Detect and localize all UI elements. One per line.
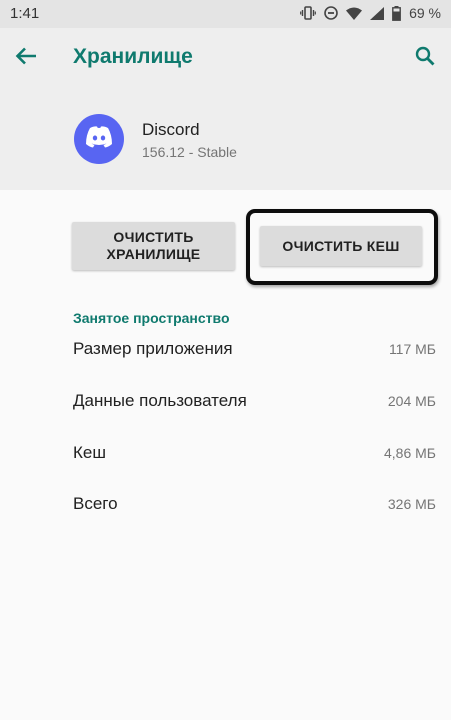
clear-storage-label-line2: ХРАНИЛИЩЕ (106, 246, 201, 262)
clear-cache-label: ОЧИСТИТЬ КЕШ (282, 237, 400, 254)
app-icon (74, 114, 124, 164)
row-value: 117 МБ (388, 341, 436, 357)
back-button[interactable] (12, 44, 40, 72)
row-label: Всего (73, 494, 118, 513)
status-bar: 1:41 69 % (0, 0, 451, 28)
storage-row-app-size: Размер приложения 117 МБ (73, 337, 436, 361)
storage-row-cache: Кеш 4,86 МБ (73, 441, 436, 465)
signal-icon (370, 6, 385, 20)
storage-row-total: Всего 326 МБ (73, 492, 436, 516)
row-value: 4,86 МБ (384, 445, 436, 461)
row-value: 204 МБ (387, 393, 436, 409)
status-icons: 69 % (300, 5, 441, 21)
clear-storage-button[interactable]: ОЧИСТИТЬ ХРАНИЛИЩЕ (72, 222, 235, 270)
do-not-disturb-icon (324, 6, 338, 20)
section-title: Занятое пространство (73, 310, 230, 326)
app-name: Discord (142, 120, 200, 139)
vibrate-icon (300, 6, 316, 20)
app-version: 156.12 - Stable (142, 144, 237, 160)
row-label: Размер приложения (73, 339, 233, 358)
battery-percent: 69 % (409, 5, 441, 21)
status-time: 1:41 (10, 5, 40, 22)
app-header: Хранилище Discord 156.12 - Stable (0, 28, 451, 190)
discord-logo-icon (84, 125, 114, 154)
row-label: Кеш (73, 443, 106, 462)
search-button[interactable] (411, 44, 439, 72)
wifi-icon (346, 7, 363, 20)
storage-row-user-data: Данные пользователя 204 МБ (73, 389, 436, 413)
battery-icon (392, 5, 401, 21)
search-icon (415, 46, 435, 71)
row-label: Данные пользователя (73, 391, 247, 410)
arrow-back-icon (15, 47, 37, 70)
page-title: Хранилище (73, 45, 193, 68)
clear-cache-button[interactable]: ОЧИСТИТЬ КЕШ (260, 226, 422, 266)
clear-storage-label-line1: ОЧИСТИТЬ (113, 229, 194, 245)
row-value: 326 МБ (387, 496, 436, 512)
